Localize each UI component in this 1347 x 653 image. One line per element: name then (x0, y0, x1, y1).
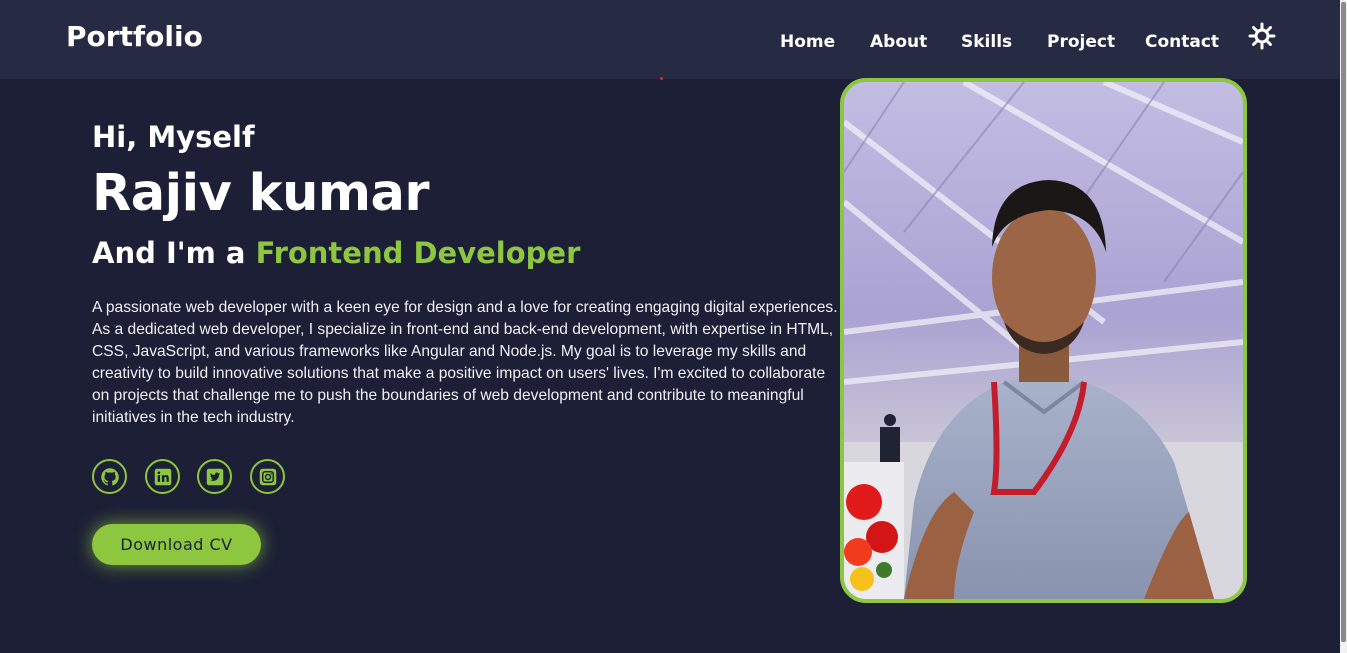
nav-contact-link[interactable]: Contact (1145, 32, 1219, 52)
theme-toggle-button[interactable] (1248, 22, 1276, 50)
hero-role-highlight: Frontend Developer (255, 236, 581, 270)
navbar: Portfolio Home About Skills Project Cont… (0, 0, 1340, 79)
twitter-link[interactable] (197, 459, 232, 494)
linkedin-link[interactable] (145, 459, 180, 494)
hero-name: Rajiv kumar (92, 164, 430, 223)
sun-icon (1248, 22, 1276, 50)
scrollbar-thumb[interactable] (1341, 2, 1346, 642)
instagram-icon (259, 468, 276, 485)
twitter-icon (206, 468, 223, 485)
download-cv-button[interactable]: Download CV (92, 524, 261, 565)
hero-greeting: Hi, Myself (92, 120, 255, 154)
decorative-dot (660, 77, 663, 80)
profile-photo-illustration (844, 82, 1243, 599)
nav-about-link[interactable]: About (870, 32, 927, 52)
nav-skills-link[interactable]: Skills (961, 32, 1012, 52)
hero-description: A passionate web developer with a keen e… (92, 299, 838, 426)
github-link[interactable] (92, 459, 127, 494)
hero-role-prefix: And I'm a (92, 236, 246, 270)
hero-role: And I'm a Frontend Developer (92, 236, 580, 270)
instagram-link[interactable] (250, 459, 285, 494)
social-links (92, 459, 292, 495)
nav-project-link[interactable]: Project (1047, 32, 1115, 52)
profile-photo (840, 78, 1247, 603)
nav-home-link[interactable]: Home (780, 32, 835, 52)
github-icon (100, 467, 119, 485)
nav-links: Home About Skills Project Contact (0, 32, 1340, 56)
linkedin-icon (154, 468, 171, 485)
page-scrollbar[interactable] (1340, 0, 1347, 653)
